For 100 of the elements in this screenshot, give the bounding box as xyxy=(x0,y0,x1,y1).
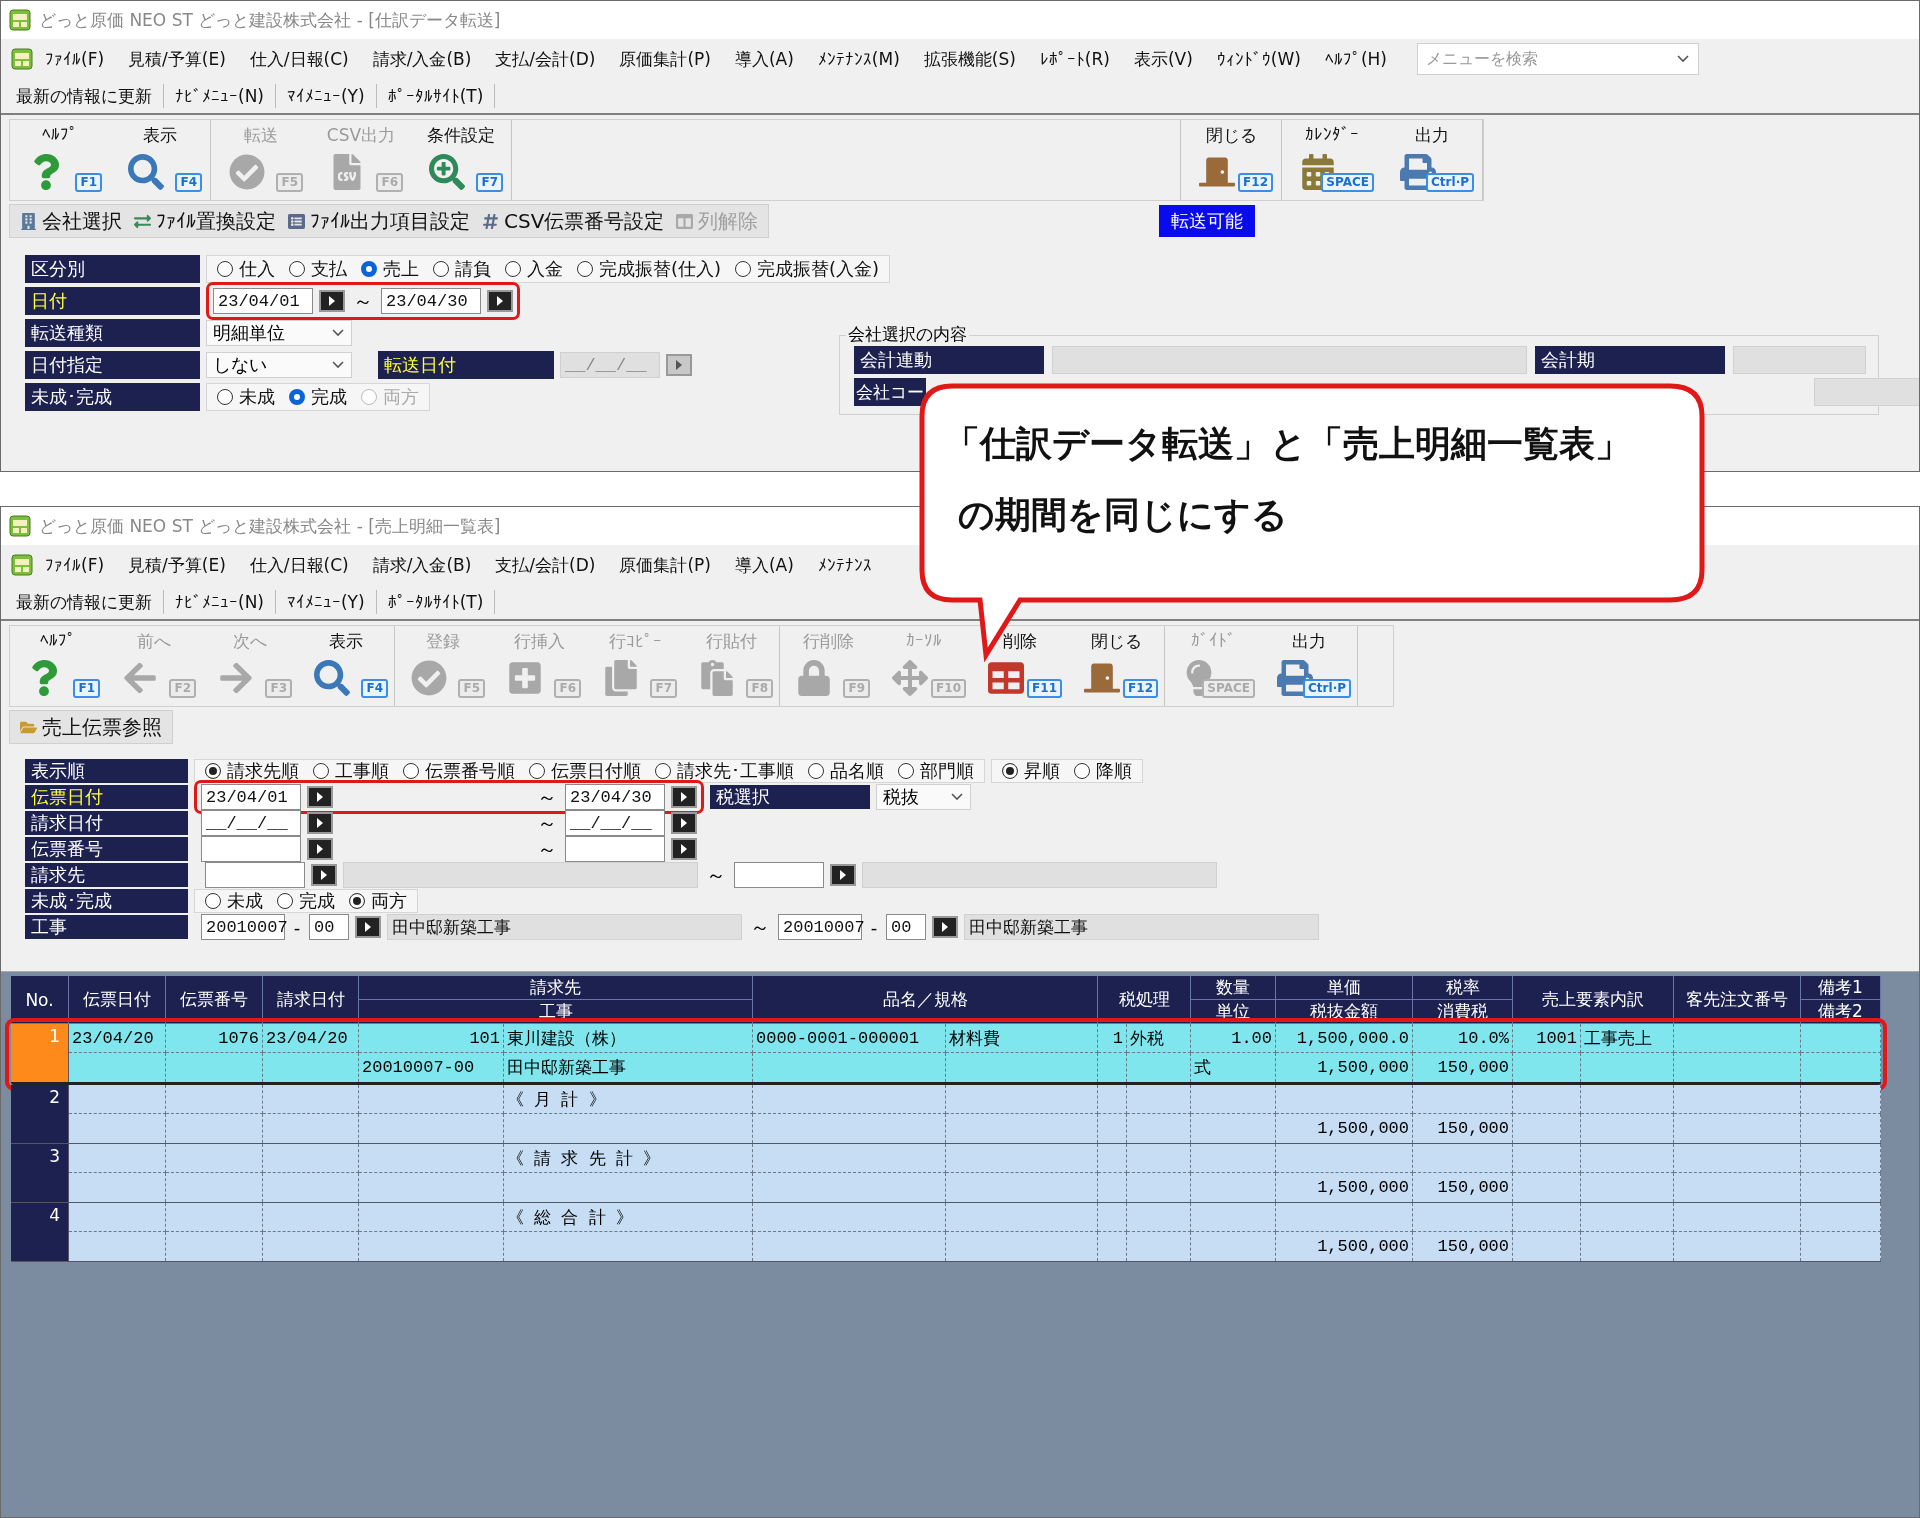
radio-button[interactable]: 請求先順 xyxy=(205,759,299,783)
nav-link[interactable]: ﾎﾟｰﾀﾙｻｲﾄ(T) xyxy=(376,590,496,614)
text-field[interactable] xyxy=(734,862,824,888)
radio-button[interactable]: 未成 xyxy=(205,889,263,913)
menu-item[interactable]: 仕入/日報(C) xyxy=(237,553,361,577)
text-field[interactable] xyxy=(862,862,1217,888)
radio-button[interactable]: 品名順 xyxy=(808,759,884,783)
table-row[interactable]: 4 《 総 合 計 》 1,500,000 150,000 xyxy=(11,1203,1881,1262)
date-field[interactable]: 23/04/01 xyxy=(213,288,313,314)
nav-link[interactable]: ﾎﾟｰﾀﾙｻｲﾄ(T) xyxy=(376,84,496,108)
date-field[interactable]: 23/04/30 xyxy=(381,288,481,314)
radio-button[interactable]: 完成振替(入金) xyxy=(735,257,880,281)
picker-button[interactable] xyxy=(671,786,697,808)
text-field[interactable] xyxy=(205,862,305,888)
text-field[interactable] xyxy=(1733,346,1866,374)
date-field[interactable]: __/__/__ xyxy=(565,810,665,836)
text-field[interactable] xyxy=(343,862,698,888)
text-field[interactable] xyxy=(201,836,301,862)
menu-item[interactable]: 表示(V) xyxy=(1121,47,1205,71)
radio-button[interactable]: 入金 xyxy=(505,257,563,281)
date-field[interactable]: 23/04/01 xyxy=(201,784,301,810)
toolbar-button[interactable]: 条件設定 F7 xyxy=(411,120,511,200)
radio-button[interactable]: 支払 xyxy=(289,257,347,281)
toolbar-button[interactable]: 表示 F4 xyxy=(110,120,210,200)
command-button[interactable]: 売上伝票参照 xyxy=(14,713,168,741)
radio-button[interactable]: 完成振替(仕入) xyxy=(577,257,722,281)
radio-button[interactable]: 請負 xyxy=(433,257,491,281)
text-field[interactable] xyxy=(1814,378,1919,406)
picker-button[interactable] xyxy=(307,786,333,808)
menu-item[interactable]: 原価集計(P) xyxy=(607,47,723,71)
text-field[interactable]: 田中邸新築工事 xyxy=(964,914,1319,940)
radio-button[interactable]: 両方 xyxy=(349,889,407,913)
date-field[interactable]: __/__/__ xyxy=(201,810,301,836)
radio-button[interactable]: 請求先･工事順 xyxy=(655,759,794,783)
menu-item[interactable]: ﾒﾝﾃﾅﾝｽ xyxy=(805,555,884,575)
toolbar-button[interactable]: 表示 F4 xyxy=(298,626,394,706)
menu-item[interactable]: ﾚﾎﾟｰﾄ(R) xyxy=(1027,49,1122,69)
radio-button[interactable]: 完成 xyxy=(289,385,347,409)
toolbar-button[interactable]: ﾍﾙﾌﾟ F1 xyxy=(10,120,110,200)
picker-button[interactable] xyxy=(487,290,513,312)
picker-button[interactable] xyxy=(311,864,337,886)
radio-button[interactable]: 売上 xyxy=(361,257,419,281)
menu-item[interactable]: 導入(A) xyxy=(722,47,806,71)
command-button[interactable]: CSV伝票番号設定 xyxy=(476,207,671,235)
radio-button[interactable]: 完成 xyxy=(277,889,335,913)
dropdown[interactable]: しない xyxy=(206,352,352,378)
menu-item[interactable]: 拡張機能(S) xyxy=(911,47,1028,71)
date-field[interactable]: 20010007 xyxy=(201,914,285,940)
radio-button[interactable]: 伝票日付順 xyxy=(529,759,641,783)
nav-link[interactable]: ﾏｲﾒﾆｭｰ(Y) xyxy=(276,84,377,108)
text-field[interactable] xyxy=(1052,346,1527,374)
radio-button[interactable]: 部門順 xyxy=(898,759,974,783)
nav-link[interactable]: 最新の情報に更新 xyxy=(5,84,164,108)
nav-link[interactable]: 最新の情報に更新 xyxy=(5,590,164,614)
menu-item[interactable]: 請求/入金(B) xyxy=(360,553,484,577)
menu-item[interactable]: ﾌｧｲﾙ(F) xyxy=(33,49,117,69)
date-field[interactable]: 20010007 xyxy=(778,914,862,940)
menu-item[interactable]: 請求/入金(B) xyxy=(360,47,484,71)
menu-item[interactable]: ﾌｧｲﾙ(F) xyxy=(33,555,117,575)
dropdown[interactable]: 税抜 xyxy=(876,784,971,810)
text-field[interactable]: 田中邸新築工事 xyxy=(387,914,742,940)
nav-link[interactable]: ﾅﾋﾞﾒﾆｭｰ(N) xyxy=(164,84,276,108)
menu-item[interactable]: ﾒﾝﾃﾅﾝｽ(M) xyxy=(805,49,912,69)
date-field[interactable]: 23/04/30 xyxy=(565,784,665,810)
menu-item[interactable]: 仕入/日報(C) xyxy=(237,47,361,71)
table-row[interactable]: 2 《 月 計 》 1,500,000 150,000 xyxy=(11,1085,1881,1144)
text-field[interactable] xyxy=(565,836,665,862)
menu-item[interactable]: 見積/予算(E) xyxy=(116,553,238,577)
command-button[interactable]: ﾌｧｲﾙ出力項目設定 xyxy=(282,207,476,235)
picker-button[interactable] xyxy=(671,812,697,834)
radio-button[interactable]: 工事順 xyxy=(313,759,389,783)
menu-item[interactable]: 支払/会計(D) xyxy=(483,553,608,577)
menu-item[interactable]: ｳｨﾝﾄﾞｳ(W) xyxy=(1204,49,1313,69)
date-field[interactable]: 00 xyxy=(886,914,926,940)
picker-button[interactable] xyxy=(355,916,381,938)
table-row[interactable]: 3 《 請 求 先 計 》 1,500,000 150,000 xyxy=(11,1144,1881,1203)
menu-item[interactable]: 支払/会計(D) xyxy=(483,47,608,71)
picker-button[interactable] xyxy=(830,864,856,886)
radio-button[interactable]: 未成 xyxy=(217,385,275,409)
toolbar-button[interactable]: ﾍﾙﾌﾟ F1 xyxy=(10,626,106,706)
nav-link[interactable]: ﾅﾋﾞﾒﾆｭｰ(N) xyxy=(164,590,276,614)
radio-button[interactable]: 降順 xyxy=(1074,759,1132,783)
dropdown[interactable]: 明細単位 xyxy=(206,320,352,346)
toolbar-button[interactable]: ｶﾚﾝﾀﾞｰ SPACE xyxy=(1282,120,1382,200)
menu-item[interactable]: 原価集計(P) xyxy=(607,553,723,577)
picker-button[interactable] xyxy=(307,838,333,860)
picker-button[interactable] xyxy=(932,916,958,938)
toolbar-button[interactable]: 出力 Ctrl·P xyxy=(1382,120,1482,200)
menu-item[interactable]: 導入(A) xyxy=(722,553,806,577)
toolbar-button[interactable]: 閉じる F12 xyxy=(1181,120,1281,200)
picker-button[interactable] xyxy=(671,838,697,860)
radio-button[interactable]: 仕入 xyxy=(217,257,275,281)
picker-button[interactable] xyxy=(319,290,345,312)
date-field[interactable]: 00 xyxy=(309,914,349,940)
menu-item[interactable]: 見積/予算(E) xyxy=(116,47,238,71)
command-button[interactable]: 会社選択 xyxy=(14,207,128,235)
radio-button[interactable]: 伝票番号順 xyxy=(403,759,515,783)
command-button[interactable]: ﾌｧｲﾙ置換設定 xyxy=(128,207,282,235)
radio-button[interactable]: 昇順 xyxy=(1002,759,1060,783)
menu-item[interactable]: ﾍﾙﾌﾟ(H) xyxy=(1312,49,1399,69)
